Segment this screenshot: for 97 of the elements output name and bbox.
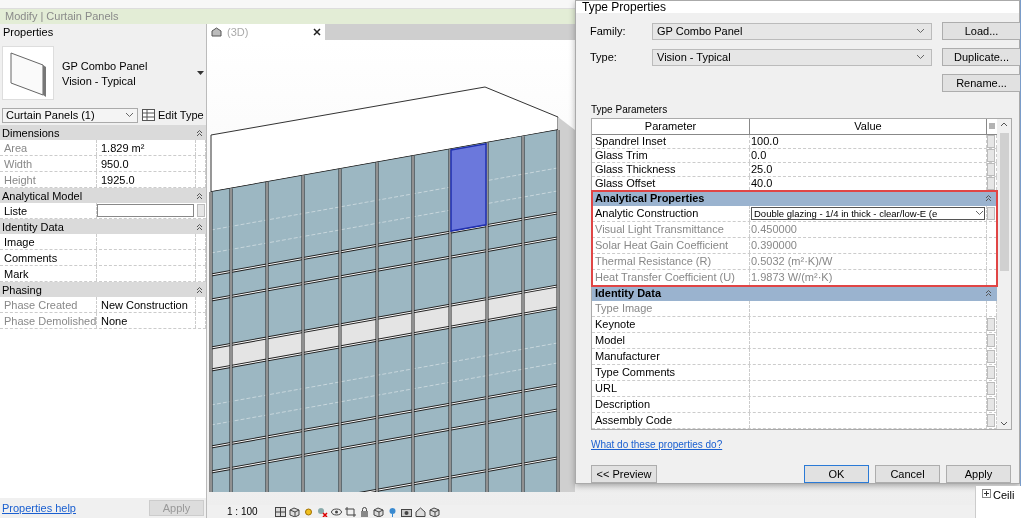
- rename-button[interactable]: Rename...: [942, 74, 1021, 92]
- group-header: Identity Data: [595, 287, 661, 300]
- property-value: 950.0: [97, 156, 196, 171]
- help-link[interactable]: What do these properties do?: [591, 439, 723, 450]
- type-dropdown[interactable]: Vision - Typical: [652, 48, 932, 66]
- scroll-up-icon[interactable]: [1000, 122, 1008, 127]
- property-label: Width: [0, 156, 97, 171]
- view-tab-label: (3D): [227, 26, 249, 38]
- edit-type-button[interactable]: Edit Type: [142, 109, 204, 121]
- collapse-icon[interactable]: [985, 289, 992, 298]
- parameter-name: Heat Transfer Coefficient (U): [592, 270, 750, 285]
- parameter-name: Solar Heat Gain Coefficient: [592, 238, 750, 253]
- property-value: None: [97, 313, 196, 328]
- dialog-button[interactable]: OK: [804, 465, 869, 483]
- dialog-title: Type Properties: [576, 1, 1019, 13]
- construction-dropdown[interactable]: Double glazing - 1/4 in thick - clear/low-E (e: [751, 207, 985, 220]
- type-name: Vision - Typical: [62, 74, 137, 87]
- parameter-value: 1.9873 W/(m²·K): [751, 271, 833, 284]
- value-field[interactable]: [97, 204, 194, 217]
- parameter-name: Spandrel Inset: [592, 134, 750, 148]
- properties-help-link[interactable]: Properties help: [2, 502, 76, 514]
- edit-button[interactable]: [987, 134, 995, 148]
- view-scale[interactable]: 1 : 100: [227, 506, 272, 517]
- panel-title: Properties: [0, 24, 206, 41]
- dialog-button[interactable]: Apply: [946, 465, 1011, 483]
- parameter-value: 0.0: [751, 149, 767, 162]
- selected-panel[interactable]: [450, 142, 487, 232]
- preview-button[interactable]: << Preview: [591, 465, 657, 483]
- parameter-name: URL: [592, 381, 750, 396]
- parameter-name: Type Comments: [592, 365, 750, 380]
- parameter-name: Keynote: [592, 317, 750, 332]
- close-icon[interactable]: [313, 28, 321, 36]
- group-header: Dimensions: [2, 126, 60, 139]
- parameter-name: Description: [592, 397, 750, 412]
- family-dropdown[interactable]: GP Combo Panel: [652, 22, 932, 40]
- scroll-down-icon[interactable]: [1000, 421, 1008, 426]
- dropdown-arrow-icon[interactable]: [197, 71, 204, 75]
- collapse-icon[interactable]: [196, 285, 203, 294]
- parameter-name: Assembly Code: [592, 413, 750, 428]
- parameter-name: Type Image: [592, 301, 750, 316]
- cube-icon[interactable]: [289, 506, 300, 517]
- collapse-icon[interactable]: [196, 222, 203, 231]
- group-header: Identity Data: [2, 220, 64, 233]
- section-label: Type Parameters: [590, 103, 669, 117]
- parameter-value: 100.0: [751, 135, 779, 148]
- property-label: Phase Demolished: [0, 313, 97, 328]
- parameter-name: Model: [592, 333, 750, 348]
- property-label: Mark: [0, 266, 97, 281]
- collapse-icon[interactable]: [985, 194, 992, 203]
- group-header: Analytical Model: [2, 189, 83, 202]
- type-label: Type:: [590, 51, 618, 63]
- collapse-icon[interactable]: [196, 128, 203, 137]
- parameter-name: Visual Light Transmittance: [592, 222, 750, 237]
- parameter-value: 25.0: [751, 163, 773, 176]
- parameter-name: Glass Thickness: [592, 162, 750, 176]
- property-label: Height: [0, 172, 97, 187]
- grid-icon[interactable]: [275, 506, 286, 517]
- group-header: Analytical Properties: [595, 192, 705, 205]
- dialog-button[interactable]: Cancel: [875, 465, 940, 483]
- parameter-value: 0.5032 (m²·K)/W: [751, 255, 833, 268]
- parameter-name: Thermal Resistance (R): [592, 254, 750, 269]
- property-label: Phase Created: [0, 297, 97, 312]
- cube-icon[interactable]: [429, 506, 440, 517]
- property-value: 1925.0: [97, 172, 196, 187]
- edit-type-icon: [142, 109, 155, 121]
- property-value: New Construction: [97, 297, 196, 312]
- property-label: Area: [0, 140, 97, 155]
- column-header[interactable]: Parameter: [592, 119, 750, 134]
- property-label: Comments: [0, 250, 97, 265]
- parameter-name: Manufacturer: [592, 349, 750, 364]
- shadow-icon[interactable]: [317, 506, 328, 517]
- group-header: Phasing: [2, 283, 42, 296]
- property-label: Image: [0, 234, 97, 249]
- parameter-value: 0.450000: [751, 223, 797, 236]
- cube-icon[interactable]: [373, 506, 384, 517]
- tree-item[interactable]: Ceili: [993, 489, 1015, 501]
- load-button[interactable]: Load...: [942, 22, 1021, 40]
- expand-icon[interactable]: [982, 489, 991, 498]
- crop-icon[interactable]: [345, 506, 356, 517]
- parameter-name: Glass Trim: [592, 148, 750, 162]
- camera-icon[interactable]: [401, 506, 412, 517]
- parameter-name: Glass Offset: [592, 176, 750, 190]
- collapse-icon[interactable]: [196, 191, 203, 200]
- category-filter-dropdown[interactable]: Curtain Panels (1): [2, 107, 138, 123]
- eye-icon[interactable]: [331, 506, 342, 517]
- sun-icon[interactable]: [303, 506, 314, 517]
- scrollbar-thumb[interactable]: [999, 133, 1009, 271]
- parameter-value: 40.0: [751, 177, 773, 190]
- parameter-name: Analytic Construction: [592, 206, 750, 221]
- column-header[interactable]: Value: [750, 119, 987, 134]
- family-name: GP Combo Panel: [62, 59, 149, 72]
- house-icon: [211, 27, 222, 37]
- parameter-value: 0.390000: [751, 239, 797, 252]
- duplicate-button[interactable]: Duplicate...: [942, 48, 1021, 66]
- lock-icon[interactable]: [359, 506, 370, 517]
- property-value: 1.829 m²: [97, 140, 196, 155]
- family-label: Family:: [590, 25, 627, 37]
